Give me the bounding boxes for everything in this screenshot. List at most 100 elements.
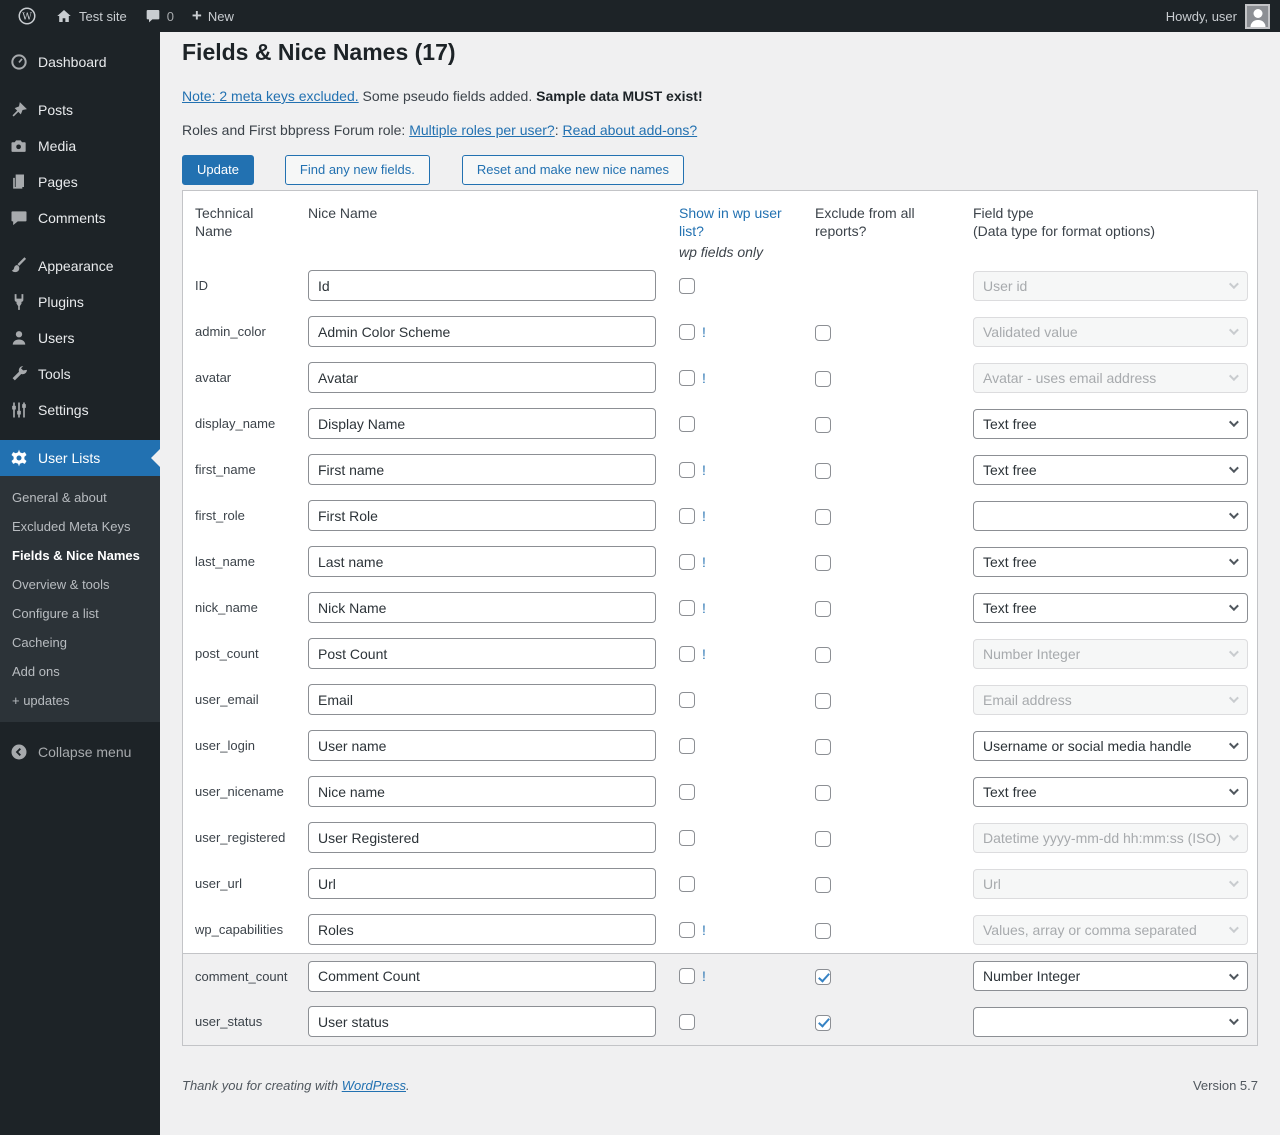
field-type-select[interactable]: Text free [973,454,1248,485]
comments-bubble[interactable]: 0 [136,0,183,32]
sidebar-item-dashboard[interactable]: Dashboard [0,44,160,80]
field-type-select[interactable]: Number Integer [973,961,1248,992]
show-in-list-checkbox[interactable] [679,277,695,294]
exclude-reports-checkbox[interactable] [815,876,831,893]
user-avatar[interactable] [1245,3,1270,29]
sidebar-item-settings[interactable]: Settings [0,392,160,428]
meta-keys-excluded-link[interactable]: Note: 2 meta keys excluded. [182,88,359,104]
show-in-list-checkbox[interactable] [679,599,695,616]
sidebar-item-media[interactable]: Media [0,128,160,164]
nice-name-input[interactable] [308,408,656,440]
howdy-account-link[interactable]: Howdy, user [1166,9,1245,24]
sidebar-item-comments[interactable]: Comments [0,200,160,236]
show-in-list-checkbox[interactable] [679,553,695,570]
sidebar-item-tools[interactable]: Tools [0,356,160,392]
exclude-reports-checkbox[interactable] [815,738,831,755]
submenu-item-general-about[interactable]: General & about [0,483,160,512]
exclude-reports-checkbox[interactable] [815,600,831,617]
submenu-item-cacheing[interactable]: Cacheing [0,628,160,657]
field-type-select[interactable]: Text free [973,408,1248,439]
show-in-list-checkbox[interactable] [679,645,695,662]
submenu-item-fields-nice-names[interactable]: Fields & Nice Names [0,541,160,570]
exclude-reports-checkbox[interactable] [815,830,831,847]
nice-name-input[interactable] [308,776,656,808]
read-addons-link[interactable]: Read about add-ons? [563,122,698,138]
sidebar-item-users[interactable]: Users [0,320,160,356]
show-in-list-checkbox[interactable] [679,829,695,846]
update-button[interactable]: Update [182,154,254,185]
submenu-item-excluded-meta-keys[interactable]: Excluded Meta Keys [0,512,160,541]
nice-name-input[interactable] [308,592,656,624]
field-type-select[interactable]: Avatar - uses email address [973,362,1248,393]
show-in-list-checkbox[interactable] [679,323,695,340]
nice-name-input[interactable] [308,822,656,854]
field-type-select[interactable]: Validated value [973,316,1248,347]
exclude-reports-checkbox[interactable] [815,922,831,939]
show-in-list-checkbox[interactable] [679,921,695,938]
nice-name-input[interactable] [308,868,656,900]
nice-name-input[interactable] [308,730,656,762]
field-type-select[interactable]: Email address [973,684,1248,715]
field-type-select[interactable]: User id [973,270,1248,301]
nice-name-input[interactable] [308,500,656,532]
nice-name-input[interactable] [308,960,656,992]
nice-name-input[interactable] [308,1006,656,1038]
exclude-reports-checkbox[interactable] [815,692,831,709]
field-type-select[interactable] [973,500,1248,531]
exclude-reports-checkbox[interactable] [815,646,831,663]
show-in-list-checkbox[interactable] [679,968,695,985]
wordpress-logo-icon[interactable]: W [8,0,46,32]
exclude-reports-checkbox[interactable] [815,1014,831,1031]
exclude-reports-checkbox[interactable] [815,462,831,479]
nice-name-input[interactable] [308,362,656,394]
submenu-item-configure-a-list[interactable]: Configure a list [0,599,160,628]
field-type-select[interactable]: Number Integer [973,638,1248,669]
show-in-list-checkbox[interactable] [679,1013,695,1030]
sidebar-item-posts[interactable]: Posts [0,92,160,128]
exclude-reports-checkbox[interactable] [815,784,831,801]
exclude-reports-checkbox[interactable] [815,370,831,387]
show-in-list-checkbox[interactable] [679,875,695,892]
show-in-list-checkbox[interactable] [679,783,695,800]
reset-nice-names-button[interactable]: Reset and make new nice names [461,154,685,185]
site-name-link[interactable]: Test site [46,0,136,32]
field-type-select[interactable]: Text free [973,592,1248,623]
sidebar-item-plugins[interactable]: Plugins [0,284,160,320]
multiple-roles-link[interactable]: Multiple roles per user? [409,122,555,138]
submenu-item-add-ons[interactable]: Add ons [0,657,160,686]
show-in-list-checkbox[interactable] [679,369,695,386]
new-content-button[interactable]: + New [183,0,243,32]
nice-name-input[interactable] [308,684,656,716]
field-type-select[interactable]: Text free [973,776,1248,807]
sidebar-item-pages[interactable]: Pages [0,164,160,200]
field-type-select[interactable]: Text free [973,546,1248,577]
field-type-select[interactable]: Values, array or comma separated [973,914,1248,945]
field-type-select[interactable]: Username or social media handle [973,730,1248,761]
sidebar-item-appearance[interactable]: Appearance [0,248,160,284]
show-in-list-checkbox[interactable] [679,691,695,708]
collapse-menu-button[interactable]: Collapse menu [0,734,160,770]
exclude-reports-checkbox[interactable] [815,554,831,571]
nice-name-input[interactable] [308,546,656,578]
submenu-item-overview-tools[interactable]: Overview & tools [0,570,160,599]
show-in-list-checkbox[interactable] [679,507,695,524]
nice-name-input[interactable] [308,638,656,670]
show-in-list-checkbox[interactable] [679,737,695,754]
show-in-wp-user-list-link[interactable]: Show in wp user list? [679,204,784,240]
show-in-list-checkbox[interactable] [679,461,695,478]
submenu-item--updates[interactable]: + updates [0,686,160,715]
exclude-reports-checkbox[interactable] [815,969,831,986]
nice-name-input[interactable] [308,270,656,302]
show-in-list-checkbox[interactable] [679,415,695,432]
nice-name-input[interactable] [308,914,656,946]
find-new-fields-button[interactable]: Find any new fields. [284,154,430,185]
nice-name-input[interactable] [308,454,656,486]
field-type-select[interactable] [973,1006,1248,1037]
exclude-reports-checkbox[interactable] [815,324,831,341]
nice-name-input[interactable] [308,316,656,348]
field-type-select[interactable]: Datetime yyyy-mm-dd hh:mm:ss (ISO) [973,822,1248,853]
wordpress-link[interactable]: WordPress [342,1078,406,1093]
sidebar-item-user-lists[interactable]: User Lists [0,440,160,476]
exclude-reports-checkbox[interactable] [815,416,831,433]
exclude-reports-checkbox[interactable] [815,508,831,525]
